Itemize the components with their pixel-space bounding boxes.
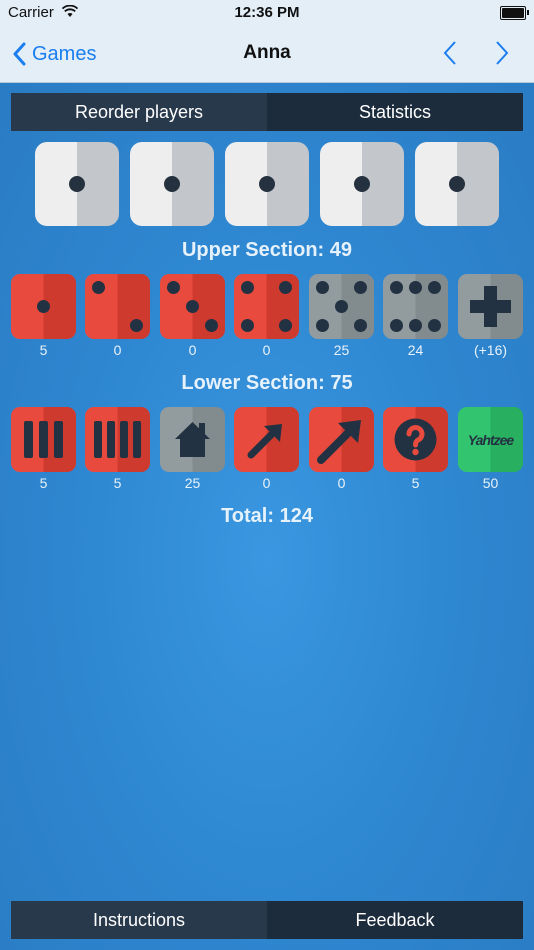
upper-section-title: Upper Section: 49: [181, 239, 353, 261]
pip: [354, 319, 367, 332]
total-score: Total: 124: [221, 505, 313, 527]
full-house-score: 25: [184, 475, 201, 491]
large-straight-score: 0: [337, 475, 346, 491]
lower-section-values: 5 5 25 0 0 5 50: [11, 475, 523, 493]
pip: [37, 300, 50, 313]
bottom-segmented-bar: Instructions Feedback: [11, 901, 523, 939]
reorder-players-button[interactable]: Reorder players: [11, 93, 267, 131]
yahtzee-category[interactable]: Yahtzee: [458, 407, 523, 472]
top-segmented-bar: Reorder players Statistics: [11, 93, 523, 131]
pip: [354, 281, 367, 294]
bonus-score: (+16): [473, 342, 508, 358]
die-2[interactable]: [130, 142, 214, 226]
lower-section-title: Lower Section: 75: [181, 372, 353, 394]
previous-player-icon[interactable]: [442, 40, 458, 66]
fours-category[interactable]: [234, 274, 299, 339]
small-straight-score: 0: [262, 475, 271, 491]
chance-category[interactable]: [383, 407, 448, 472]
small-straight-category[interactable]: [234, 407, 299, 472]
fives-category[interactable]: [309, 274, 374, 339]
pip: [409, 319, 422, 332]
three-of-a-kind-category[interactable]: [11, 407, 76, 472]
four-of-a-kind-category[interactable]: [85, 407, 150, 472]
pip: [409, 281, 422, 294]
fours-score: 0: [262, 342, 271, 358]
next-player-icon[interactable]: [494, 40, 510, 66]
yahtzee-score: 50: [482, 475, 499, 491]
twos-category[interactable]: [85, 274, 150, 339]
pip: [259, 176, 275, 192]
threes-category[interactable]: [160, 274, 225, 339]
lower-section-categories: Yahtzee: [11, 407, 523, 472]
instructions-button[interactable]: Instructions: [11, 901, 267, 939]
die-3[interactable]: [225, 142, 309, 226]
feedback-button[interactable]: Feedback: [267, 901, 523, 939]
pip: [335, 300, 348, 313]
small-arrow-icon: [247, 424, 282, 459]
pip: [164, 176, 180, 192]
die-1[interactable]: [35, 142, 119, 226]
chance-score: 5: [411, 475, 420, 491]
upper-section-values: 5 0 0 0 25 24 (+16): [11, 342, 523, 360]
large-straight-category[interactable]: [309, 407, 374, 472]
pip: [428, 319, 441, 332]
large-arrow-icon: [317, 420, 361, 464]
pip: [316, 281, 329, 294]
pip: [279, 319, 292, 332]
four-bars-icon: [94, 421, 141, 458]
pip: [241, 319, 254, 332]
pip: [449, 176, 465, 192]
fives-score: 25: [333, 342, 350, 358]
ones-category[interactable]: [11, 274, 76, 339]
four-of-a-kind-score: 5: [113, 475, 122, 491]
pip: [130, 319, 143, 332]
pip: [186, 300, 199, 313]
statistics-button[interactable]: Statistics: [267, 93, 523, 131]
die-4[interactable]: [320, 142, 404, 226]
die-5[interactable]: [415, 142, 499, 226]
sixes-score: 24: [407, 342, 424, 358]
status-bar: Carrier 12:36 PM: [0, 0, 534, 26]
rolled-dice: [35, 142, 499, 226]
upper-section-categories: [11, 274, 523, 339]
three-bars-icon: [24, 421, 63, 458]
full-house-category[interactable]: [160, 407, 225, 472]
twos-score: 0: [113, 342, 122, 358]
pip: [390, 319, 403, 332]
sixes-category[interactable]: [383, 274, 448, 339]
pip: [354, 176, 370, 192]
pip: [279, 281, 292, 294]
plus-icon: [470, 286, 511, 327]
pip: [316, 319, 329, 332]
pip: [167, 281, 180, 294]
pip: [205, 319, 218, 332]
threes-score: 0: [188, 342, 197, 358]
battery-icon: [500, 6, 529, 20]
bonus-category[interactable]: [458, 274, 523, 339]
pip: [428, 281, 441, 294]
clock: 12:36 PM: [234, 4, 300, 21]
three-of-a-kind-score: 5: [39, 475, 48, 491]
house-icon: [175, 422, 210, 457]
navigation-bar: Games Anna: [0, 26, 534, 83]
pip: [92, 281, 105, 294]
yahtzee-logo-icon: Yahtzee: [468, 432, 516, 448]
yahtzee-logo-text: Yahtzee: [468, 432, 515, 448]
pip: [241, 281, 254, 294]
pip: [69, 176, 85, 192]
question-mark-icon: [394, 418, 437, 461]
pip: [390, 281, 403, 294]
ones-score: 5: [39, 342, 48, 358]
